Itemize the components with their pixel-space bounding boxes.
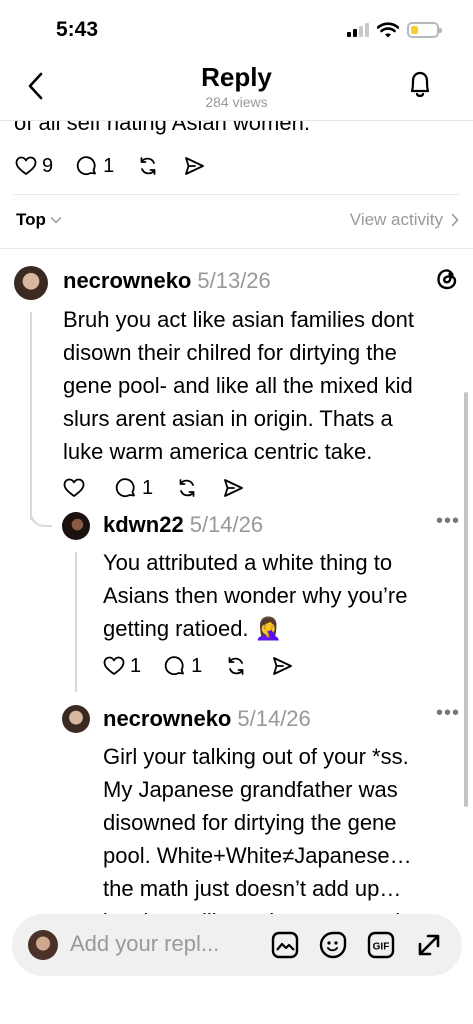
chevron-down-icon: [50, 217, 62, 224]
comment-button[interactable]: 1: [163, 654, 202, 678]
reply-count: 1: [191, 654, 203, 677]
reply-count: 1: [103, 154, 115, 177]
comment-button[interactable]: 1: [75, 154, 114, 178]
comment-author[interactable]: kdwn22 5/14/26: [103, 512, 263, 538]
divider: [14, 194, 459, 195]
username: kdwn22: [103, 512, 184, 537]
share-icon: [185, 157, 205, 175]
battery-icon: [407, 22, 442, 38]
sort-dropdown[interactable]: Top: [16, 210, 62, 230]
avatar[interactable]: [62, 705, 90, 733]
header-divider: [0, 120, 473, 121]
heart-icon: [15, 156, 37, 175]
avatar: [28, 930, 58, 960]
bell-icon[interactable]: [405, 68, 435, 102]
comment-icon: [115, 478, 135, 498]
image-icon[interactable]: [270, 930, 300, 960]
share-button[interactable]: [221, 476, 245, 500]
top-header: Reply 284 views: [0, 58, 473, 120]
repost-icon: [140, 157, 156, 175]
like-button[interactable]: 1: [102, 654, 141, 678]
sticker-icon[interactable]: [318, 930, 348, 960]
comment-line: pool. White+White≠Japanese…: [103, 843, 412, 868]
username: necrowneko: [103, 706, 232, 731]
reply-count: 1: [142, 476, 154, 499]
heart-icon: [63, 478, 85, 497]
signal-icon: [347, 23, 369, 37]
avatar[interactable]: [14, 266, 48, 300]
share-button[interactable]: [270, 654, 294, 678]
repost-button[interactable]: [175, 476, 199, 500]
share-icon: [224, 479, 244, 497]
avatar[interactable]: [62, 512, 90, 540]
comment-actions: 1: [62, 476, 245, 500]
comment-icon: [76, 156, 97, 176]
comment-author[interactable]: necrowneko 5/13/26: [63, 268, 271, 294]
sort-bar: Top View activity: [16, 208, 459, 234]
parent-post-actions: 9 1: [14, 154, 206, 178]
comment-line: luke warm america centric take.: [63, 439, 373, 464]
comment-line: Bruh you act like asian families dont: [63, 307, 414, 332]
repost-icon: [228, 657, 244, 675]
view-activity-link[interactable]: View activity: [350, 210, 459, 230]
comment-author[interactable]: necrowneko 5/14/26: [103, 706, 311, 732]
comment-date: 5/14/26: [189, 512, 264, 537]
comment-line: My Japanese grandfather was: [103, 777, 398, 802]
share-button[interactable]: [182, 154, 206, 178]
status-icons: [347, 22, 442, 38]
like-count: 9: [42, 154, 54, 177]
view-count: 284 views: [205, 94, 268, 110]
scrollbar[interactable]: [464, 392, 468, 807]
comment-body: Girl your talking out of your *ss. My Ja…: [103, 740, 420, 924]
comment-clip: Girl your talking out of your *ss. My Ja…: [0, 736, 473, 924]
parent-post-text: of all self hating Asian women.: [14, 120, 310, 135]
comment-date: 5/13/26: [197, 268, 271, 293]
repost-icon: [179, 479, 195, 497]
comment-line: Girl your talking out of your *ss.: [103, 744, 409, 769]
more-options-icon[interactable]: •••: [436, 702, 460, 725]
thread-connector: [30, 505, 52, 527]
comment-line: You attributed a white thing to: [103, 550, 393, 575]
divider: [0, 248, 473, 249]
repost-button[interactable]: [136, 154, 160, 178]
view-activity-label: View activity: [349, 210, 443, 229]
comment-line: disowned for dirtying the gene: [103, 810, 397, 835]
heart-icon: [103, 656, 125, 675]
comment-line: gene pool- and like all the mixed kid: [63, 373, 413, 398]
comment-line: slurs arent asian in origin. Thats a: [63, 406, 393, 431]
svg-text:GIF: GIF: [373, 942, 390, 953]
comment-button[interactable]: 1: [114, 476, 153, 500]
reply-input[interactable]: Add your repl...: [70, 931, 219, 957]
page-title: Reply: [201, 62, 272, 92]
comment-line: the math just doesn’t add up…: [103, 876, 402, 901]
username: necrowneko: [63, 268, 192, 293]
comment-line: getting ratioed. 🤦‍♀️: [103, 616, 283, 641]
like-button[interactable]: [62, 476, 86, 500]
expand-icon[interactable]: [414, 930, 444, 960]
comment-body: Bruh you act like asian families dont di…: [63, 303, 414, 468]
status-time: 5:43: [56, 18, 99, 41]
threads-logo-icon: [437, 269, 457, 290]
comment-line: disown their chilred for dirtying the: [63, 340, 397, 365]
status-bar: 5:43: [0, 0, 473, 60]
comment-line: Asians then wonder why you’re: [103, 583, 408, 608]
repost-button[interactable]: [224, 654, 248, 678]
like-button[interactable]: 9: [14, 154, 53, 178]
gif-icon[interactable]: GIF: [366, 930, 396, 960]
comment-icon: [164, 656, 185, 676]
chevron-right-icon: [451, 213, 459, 227]
more-options-icon[interactable]: •••: [436, 510, 460, 533]
comment-actions: 1 1: [102, 654, 294, 678]
sort-label: Top: [16, 210, 46, 229]
like-count: 1: [130, 654, 142, 677]
share-icon: [273, 657, 293, 675]
comment-date: 5/14/26: [237, 706, 311, 731]
wifi-icon: [377, 22, 399, 38]
reply-composer[interactable]: Add your repl... GIF: [12, 914, 462, 976]
comment-body: You attributed a white thing to Asians t…: [103, 546, 408, 645]
thread-line: [30, 312, 32, 520]
thread-line: [75, 552, 77, 692]
